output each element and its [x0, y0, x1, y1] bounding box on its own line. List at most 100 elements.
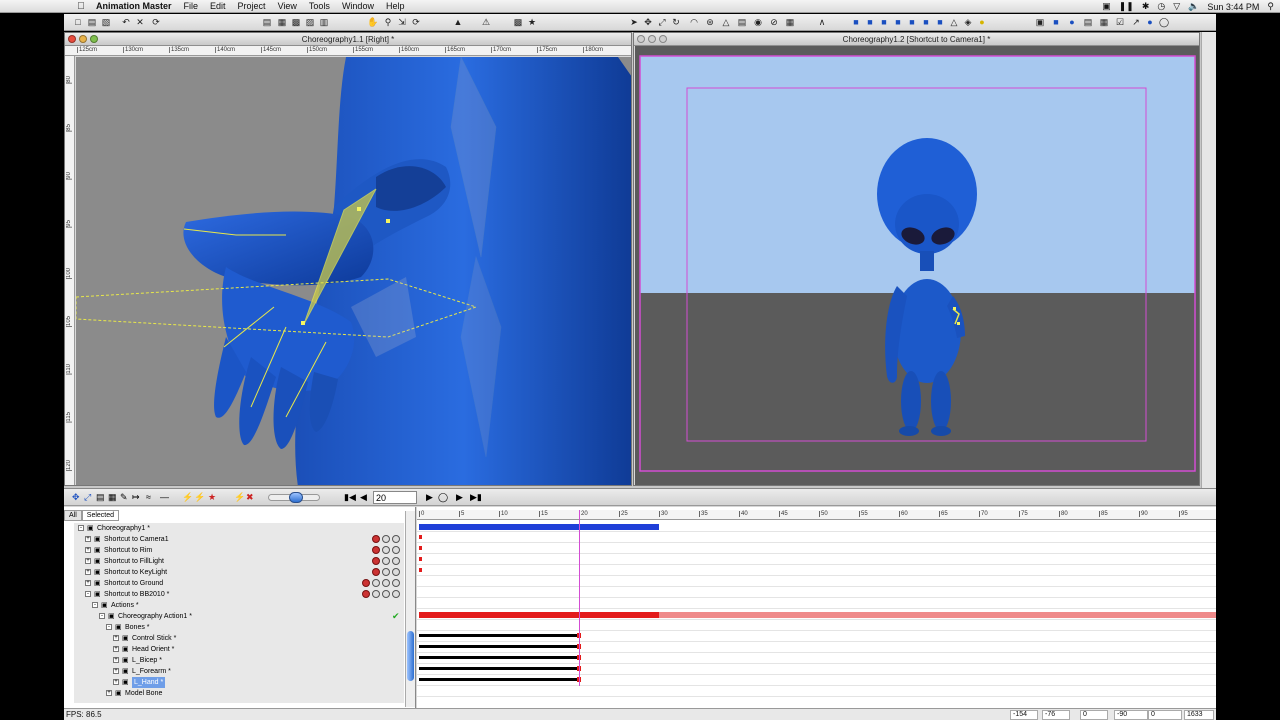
timeline-track[interactable] — [417, 532, 1216, 543]
prev-frame-icon[interactable]: ◀ — [360, 492, 367, 502]
view-top-icon[interactable]: ■ — [906, 16, 918, 28]
view-front-icon[interactable]: ■ — [850, 16, 862, 28]
sphere-icon[interactable]: ● — [1066, 16, 1078, 28]
menu-file[interactable]: File — [178, 1, 205, 11]
camera-view-window[interactable]: Choreography1.2 [Shortcut to Camera1] * — [633, 32, 1200, 486]
toggle-icon[interactable] — [382, 546, 390, 554]
timeline-zoom-slider[interactable] — [268, 492, 320, 503]
minimize-button[interactable] — [79, 35, 87, 43]
timeline-track[interactable] — [417, 598, 1216, 609]
right-view-window[interactable]: Choreography1.1 [Right] * 125cm 130cm 135c… — [64, 32, 632, 486]
undo-icon[interactable]: ↶ — [120, 16, 132, 28]
expand-icon[interactable]: + — [85, 580, 91, 586]
menu-tools[interactable]: Tools — [303, 1, 336, 11]
minimize-button[interactable] — [648, 35, 656, 43]
keyframe-bar[interactable] — [419, 645, 579, 648]
move-icon[interactable]: ✥ — [642, 16, 654, 28]
menu-project[interactable]: Project — [232, 1, 272, 11]
arrow-icon[interactable]: ↗ — [1130, 16, 1142, 28]
play-icon[interactable]: ▶ — [456, 492, 463, 502]
timeline-track[interactable] — [417, 554, 1216, 565]
toggle-icon[interactable] — [392, 535, 400, 543]
tree-row[interactable]: + ▣ Model Bone — [74, 688, 404, 699]
tree-row[interactable]: - ▣ Shortcut to BB2010 * — [74, 589, 404, 600]
loop-play-icon[interactable]: ◯ — [438, 492, 448, 502]
zoom-slider-knob[interactable] — [289, 492, 303, 503]
tree-row[interactable]: + ▣ L_Hand * — [74, 677, 404, 688]
save-icon[interactable]: ▧ — [100, 16, 112, 28]
expand-icon[interactable]: + — [85, 569, 91, 575]
scale-key-icon[interactable]: ⤢ — [84, 492, 91, 502]
clock[interactable]: Sun 3:44 PM — [1207, 2, 1259, 12]
key-add-icon[interactable]: ⚡ — [182, 492, 193, 502]
tree-row[interactable]: + ▣ Control Stick * — [74, 633, 404, 644]
run-icon[interactable]: ★ — [526, 16, 538, 28]
keyframe-marker[interactable] — [419, 546, 422, 550]
keyframe-bar[interactable] — [419, 612, 659, 618]
camera-viewport[interactable] — [635, 46, 1199, 485]
zoom-button[interactable] — [659, 35, 667, 43]
tree-icon[interactable]: ▦ — [1098, 16, 1110, 28]
menu-view[interactable]: View — [272, 1, 303, 11]
key-remove-icon[interactable]: ⚡ — [194, 492, 205, 502]
camera-view-titlebar[interactable]: Choreography1.2 [Shortcut to Camera1] * — [634, 33, 1199, 46]
wifi-icon[interactable]: ▽ — [1173, 1, 1180, 12]
rotate-view-icon[interactable]: ⟳ — [410, 16, 422, 28]
right-viewport[interactable] — [76, 57, 631, 485]
refresh-icon[interactable]: ⟳ — [150, 16, 162, 28]
hand-icon[interactable]: ✋ — [367, 16, 379, 28]
pws-scrollbar[interactable] — [405, 511, 415, 707]
expand-icon[interactable]: + — [85, 547, 91, 553]
toggle-icon[interactable] — [372, 557, 380, 565]
bone-tool-icon[interactable]: ⚠ — [480, 16, 492, 28]
bluetooth-icon[interactable]: ✱ — [1142, 1, 1150, 12]
timeline-track[interactable] — [417, 686, 1216, 697]
expand-icon[interactable]: + — [113, 635, 119, 641]
view-back-icon[interactable]: ■ — [864, 16, 876, 28]
expand-icon[interactable]: + — [113, 668, 119, 674]
channel-icon[interactable]: ▤ — [96, 492, 105, 502]
pause-icon[interactable]: ❚❚ — [1119, 1, 1134, 12]
cube-icon[interactable]: ■ — [1050, 16, 1062, 28]
keyframe-bar[interactable] — [419, 678, 579, 681]
lasso-icon[interactable]: ◠ — [688, 16, 700, 28]
delete-key-icon[interactable]: ✖ — [246, 492, 254, 502]
time-machine-icon[interactable]: ◷ — [1157, 1, 1165, 12]
zoom-icon[interactable]: ⚲ — [382, 16, 394, 28]
keyframe-bar[interactable] — [419, 524, 659, 530]
tree-row[interactable]: + ▣ Shortcut to Camera1 — [74, 534, 404, 545]
tree-row[interactable]: - ▣ Bones * — [74, 622, 404, 633]
interp-icon[interactable]: ≈ — [146, 492, 151, 502]
rotate-icon[interactable]: ↻ — [670, 16, 682, 28]
bind-icon[interactable]: ⊛ — [704, 16, 716, 28]
keyframe-bar[interactable] — [419, 656, 579, 659]
check-icon[interactable]: ☑ — [1114, 16, 1126, 28]
toggle-icon[interactable] — [392, 557, 400, 565]
timeline-track[interactable] — [417, 664, 1216, 675]
menu-help[interactable]: Help — [380, 1, 411, 11]
chor-icon[interactable]: ▩ — [290, 16, 302, 28]
keyframe-bar[interactable] — [419, 667, 579, 670]
timeline-track[interactable] — [417, 587, 1216, 598]
toggle-icon[interactable] — [362, 590, 370, 598]
toggle-icon[interactable] — [372, 546, 380, 554]
mute-icon[interactable]: ⊘ — [768, 16, 780, 28]
model-icon[interactable]: ▦ — [276, 16, 288, 28]
toggle-icon[interactable] — [392, 546, 400, 554]
zoom-button[interactable] — [90, 35, 98, 43]
tree-row[interactable]: + ▣ Shortcut to KeyLight — [74, 567, 404, 578]
expand-icon[interactable]: + — [113, 679, 119, 685]
pen-icon[interactable]: ✎ — [120, 492, 128, 502]
spotlight-icon[interactable]: ⚲ — [1267, 1, 1274, 12]
playhead[interactable] — [579, 510, 580, 686]
linear-icon[interactable]: — — [160, 492, 169, 502]
tab-all[interactable]: All — [64, 510, 82, 521]
toggle-icon[interactable] — [372, 590, 380, 598]
bone-handle-3[interactable] — [301, 321, 305, 325]
tab-selected[interactable]: Selected — [81, 510, 120, 521]
select-icon[interactable]: ➤ — [628, 16, 640, 28]
toggle-icon[interactable] — [392, 568, 400, 576]
timeline-track[interactable] — [417, 653, 1216, 664]
view-right-icon[interactable]: ■ — [892, 16, 904, 28]
frame-number-input[interactable] — [373, 491, 417, 504]
